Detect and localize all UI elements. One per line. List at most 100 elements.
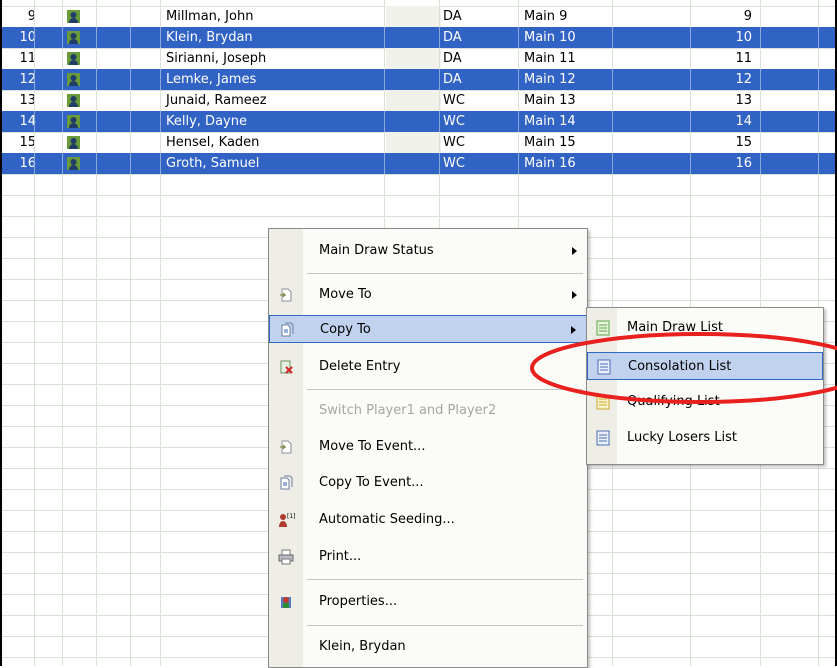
row-number: 13 xyxy=(19,93,36,108)
column-separator xyxy=(439,69,440,90)
entry-type: WC xyxy=(443,93,465,108)
entry-type: WC xyxy=(443,114,465,129)
cell-shade xyxy=(386,90,441,111)
column-separator xyxy=(518,132,519,153)
player-icon xyxy=(66,93,81,108)
menu-item-label: Main Draw Status xyxy=(319,243,434,258)
column-separator xyxy=(96,153,97,174)
menu-item-print[interactable]: Print... xyxy=(269,543,587,571)
menu-item-move-to-event[interactable]: Move To Event... xyxy=(269,433,587,461)
draw-position: Main 16 xyxy=(524,156,576,171)
entry-type: WC xyxy=(443,135,465,150)
column-separator xyxy=(62,90,63,111)
column-separator xyxy=(760,111,761,132)
column-separator xyxy=(384,27,385,48)
column-separator xyxy=(96,90,97,111)
menu-item-label: Qualifying List xyxy=(627,394,720,409)
draw-position: Main 11 xyxy=(524,51,576,66)
column-separator xyxy=(34,111,35,132)
table-row[interactable]: 10 Klein, Brydan DA Main 10 10 xyxy=(2,27,835,48)
seed-number: 13 xyxy=(735,93,752,108)
table-row[interactable]: 14 Kelly, Dayne WC Main 14 14 xyxy=(2,111,835,132)
draw-position: Main 10 xyxy=(524,30,576,45)
player-icon xyxy=(66,9,81,24)
row-number: 11 xyxy=(19,51,36,66)
column-separator xyxy=(34,69,35,90)
column-separator xyxy=(130,69,131,90)
column-separator xyxy=(690,6,691,27)
menu-item-automatic-seeding[interactable]: [1] Automatic Seeding... xyxy=(269,506,587,534)
draw-position: Main 14 xyxy=(524,114,576,129)
column-separator xyxy=(818,153,819,174)
menu-item-label: Klein, Brydan xyxy=(319,639,406,654)
submenu-item-lucky-losers-list[interactable]: Lucky Losers List xyxy=(587,424,823,452)
column-separator xyxy=(518,111,519,132)
table-row[interactable]: 11 Sirianni, Joseph DA Main 11 11 xyxy=(2,48,835,69)
player-icon xyxy=(66,51,81,66)
column-separator xyxy=(760,90,761,111)
table-row[interactable]: 16 Groth, Samuel WC Main 16 16 xyxy=(2,153,835,174)
column-separator xyxy=(34,48,35,69)
menu-item-label: Move To Event... xyxy=(319,439,426,454)
submenu-item-main-draw-list[interactable]: Main Draw List xyxy=(587,314,823,342)
menu-item-main-draw-status[interactable]: Main Draw Status xyxy=(269,237,587,265)
column-separator xyxy=(690,48,691,69)
column-separator xyxy=(818,69,819,90)
menu-item-move-to[interactable]: Move To xyxy=(269,281,587,309)
column-separator xyxy=(130,6,131,27)
column-separator xyxy=(690,90,691,111)
column-separator xyxy=(384,111,385,132)
menu-item-copy-to[interactable]: Copy To xyxy=(269,315,587,343)
move-doc-icon xyxy=(278,287,294,303)
entry-type: DA xyxy=(443,9,462,24)
menu-item-player-name[interactable]: Klein, Brydan xyxy=(269,633,587,661)
column-separator xyxy=(160,153,161,174)
column-separator xyxy=(160,27,161,48)
column-separator xyxy=(518,90,519,111)
column-separator xyxy=(612,132,613,153)
column-separator xyxy=(818,111,819,132)
submenu-item-qualifying-list[interactable]: Qualifying List xyxy=(587,388,823,416)
column-separator xyxy=(384,153,385,174)
table-row[interactable]: 12 Lemke, James DA Main 12 12 xyxy=(2,69,835,90)
column-separator xyxy=(439,6,440,27)
column-separator xyxy=(439,111,440,132)
column-separator xyxy=(439,153,440,174)
column-separator xyxy=(760,6,761,27)
column-separator xyxy=(62,6,63,27)
column-separator xyxy=(760,48,761,69)
column-separator xyxy=(130,153,131,174)
menu-item-properties[interactable]: Properties... xyxy=(269,588,587,616)
draw-position: Main 12 xyxy=(524,72,576,87)
player-name: Sirianni, Joseph xyxy=(166,51,267,66)
column-separator xyxy=(62,132,63,153)
entry-type: DA xyxy=(443,72,462,87)
blue-list-icon xyxy=(596,359,612,375)
column-separator xyxy=(34,6,35,27)
copy-doc-icon xyxy=(279,322,295,338)
column-separator xyxy=(690,27,691,48)
column-separator xyxy=(612,6,613,27)
column-separator xyxy=(384,69,385,90)
submenu-item-consolation-list[interactable]: Consolation List xyxy=(587,352,823,380)
seed-number: 9 xyxy=(743,9,752,24)
column-separator xyxy=(818,48,819,69)
green-list-icon xyxy=(595,320,611,336)
column-separator xyxy=(612,69,613,90)
entry-type: DA xyxy=(443,30,462,45)
menu-item-delete-entry[interactable]: Delete Entry xyxy=(269,353,587,381)
seed-number: 14 xyxy=(735,114,752,129)
column-separator xyxy=(34,27,35,48)
column-separator xyxy=(96,27,97,48)
entry-type: WC xyxy=(443,156,465,171)
grid-line xyxy=(0,195,837,196)
table-row[interactable]: 13 Junaid, Rameez WC Main 13 13 xyxy=(2,90,835,111)
submenu-arrow-icon xyxy=(571,326,576,334)
menu-item-copy-to-event[interactable]: Copy To Event... xyxy=(269,469,587,497)
column-separator xyxy=(130,132,131,153)
column-separator xyxy=(818,132,819,153)
table-row[interactable]: 15 Hensel, Kaden WC Main 15 15 xyxy=(2,132,835,153)
player-name: Groth, Samuel xyxy=(166,156,260,171)
column-separator xyxy=(760,153,761,174)
table-row[interactable]: 9 Millman, John DA Main 9 9 xyxy=(2,6,835,27)
